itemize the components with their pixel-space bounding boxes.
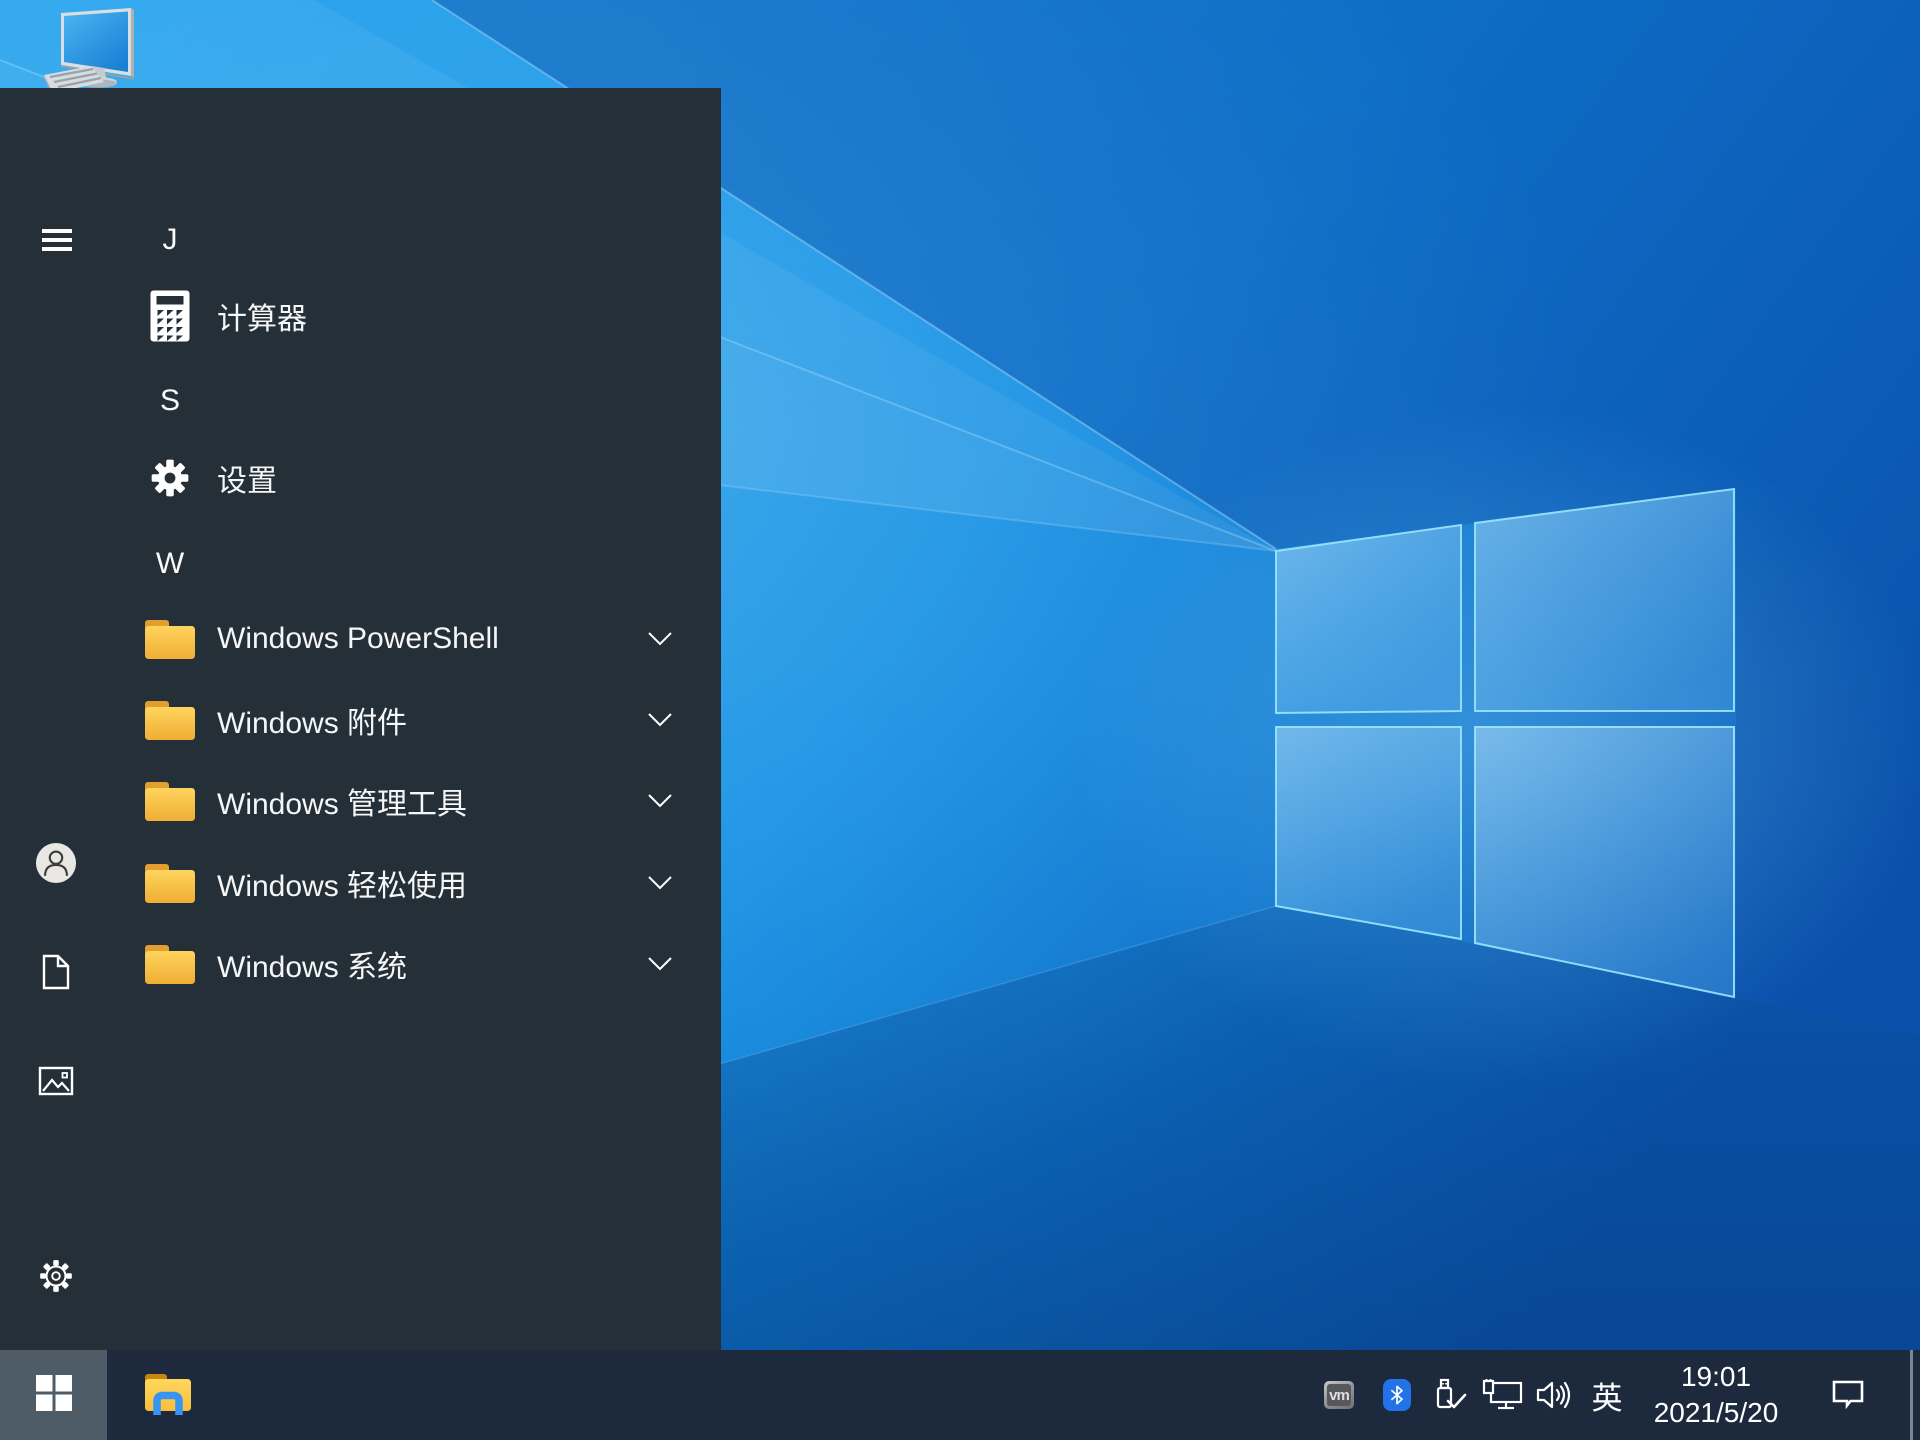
windows-logo-icon — [35, 1374, 72, 1416]
app-group-header-j[interactable]: J — [142, 212, 198, 268]
hamburger-menu-icon[interactable] — [29, 213, 85, 267]
app-item-label: Windows 轻松使用 — [217, 870, 468, 903]
start-button[interactable] — [0, 1350, 107, 1440]
show-desktop-button[interactable] — [1910, 1350, 1913, 1440]
taskbar: vm 英 19:01 2021/5/20 — [0, 1350, 1920, 1440]
desktop: J 计算器 S 设置 W Windows PowerShell Windows … — [0, 0, 1920, 1440]
vm-label: vm — [1327, 1384, 1351, 1406]
chevron-down-icon[interactable] — [646, 711, 674, 729]
app-item-label: 计算器 — [217, 303, 307, 336]
clock-time: 19:01 — [1680, 1361, 1752, 1393]
input-method-indicator[interactable]: 英 — [1585, 1350, 1629, 1440]
app-item-label: 设置 — [217, 465, 277, 498]
settings-gear-icon — [142, 446, 198, 510]
bluetooth-icon[interactable] — [1376, 1350, 1418, 1440]
chevron-down-icon[interactable] — [646, 874, 674, 892]
app-group-header-w[interactable]: W — [142, 536, 198, 592]
action-center-icon[interactable] — [1824, 1350, 1872, 1440]
calculator-icon — [142, 284, 198, 348]
app-item-windows-accessories[interactable]: Windows 附件 — [0, 680, 721, 760]
folder-icon — [142, 932, 198, 996]
folder-icon — [142, 607, 198, 671]
chevron-down-icon[interactable] — [646, 955, 674, 973]
app-item-windows-ease-of-access[interactable]: Windows 轻松使用 — [0, 843, 721, 923]
folder-icon — [142, 769, 198, 833]
app-item-label: Windows 附件 — [217, 707, 408, 740]
this-pc-icon[interactable] — [34, 4, 138, 96]
app-group-header-s[interactable]: S — [142, 373, 198, 429]
app-item-label: Windows 系统 — [217, 951, 408, 984]
chevron-down-icon[interactable] — [646, 630, 674, 648]
start-menu: J 计算器 S 设置 W Windows PowerShell Windows … — [0, 88, 721, 1400]
volume-icon[interactable] — [1532, 1350, 1578, 1440]
pictures-icon[interactable] — [32, 1057, 80, 1105]
chevron-down-icon[interactable] — [646, 792, 674, 810]
bluetooth-badge — [1383, 1379, 1411, 1411]
folder-icon — [142, 851, 198, 915]
taskbar-clock[interactable]: 19:01 2021/5/20 — [1636, 1350, 1796, 1440]
folder-icon — [142, 688, 198, 752]
usb-eject-icon[interactable] — [1428, 1350, 1472, 1440]
documents-icon[interactable] — [32, 948, 80, 996]
app-item-calculator[interactable]: 计算器 — [0, 276, 721, 356]
wired-network-icon[interactable] — [1480, 1350, 1526, 1440]
file-explorer-button[interactable] — [120, 1350, 216, 1440]
input-method-label: 英 — [1591, 1380, 1623, 1416]
user-avatar-icon[interactable] — [32, 839, 80, 887]
app-item-windows-system[interactable]: Windows 系统 — [0, 924, 721, 1004]
app-item-settings[interactable]: 设置 — [0, 438, 721, 518]
app-item-windows-admin-tools[interactable]: Windows 管理工具 — [0, 761, 721, 841]
file-explorer-icon — [143, 1371, 193, 1420]
vmware-tools-icon[interactable]: vm — [1318, 1350, 1360, 1440]
app-item-windows-powershell[interactable]: Windows PowerShell — [0, 599, 721, 679]
settings-icon[interactable] — [32, 1252, 80, 1300]
app-item-label: Windows PowerShell — [217, 622, 499, 655]
app-item-label: Windows 管理工具 — [217, 788, 468, 821]
vm-badge: vm — [1324, 1381, 1354, 1409]
clock-date: 2021/5/20 — [1653, 1397, 1779, 1428]
